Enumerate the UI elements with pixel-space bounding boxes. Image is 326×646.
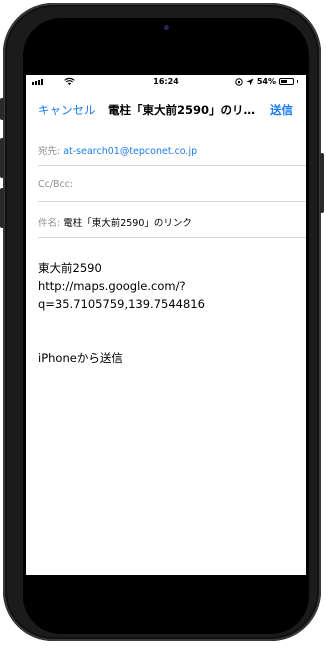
battery-level <box>281 80 287 83</box>
cc-bcc-field[interactable]: Cc/Bcc: <box>38 166 306 202</box>
battery-icon <box>279 78 294 85</box>
compose-title: 電柱「東大前2590」のリ… <box>108 103 256 117</box>
battery-percent: 54% <box>256 77 276 86</box>
to-recipient[interactable]: at-search01@tepconet.co.jp <box>63 146 197 157</box>
volume-down-button <box>0 188 4 228</box>
body-link-line: q=35.7105759,139.7544816 <box>38 297 205 311</box>
cc-bcc-label: Cc/Bcc: <box>38 179 74 190</box>
to-field[interactable]: 宛先: at-search01@tepconet.co.jp <box>38 130 306 166</box>
status-bar: 16:24 54% <box>26 75 306 89</box>
cancel-button[interactable]: キャンセル <box>38 102 96 118</box>
home-indicator[interactable] <box>119 618 214 622</box>
location-arrow-icon <box>246 78 254 85</box>
message-body[interactable]: 東大前2590 http://maps.google.com/? q=35.71… <box>38 259 205 313</box>
body-link-line: http://maps.google.com/? <box>38 279 186 293</box>
send-button[interactable]: 送信 <box>270 102 293 118</box>
subject-field[interactable]: 件名: 電柱「東大前2590」のリンク <box>38 202 306 238</box>
body-line: 東大前2590 <box>38 261 102 275</box>
front-camera <box>164 25 169 30</box>
subject-label: 件名: <box>38 218 61 229</box>
subject-value[interactable]: 電柱「東大前2590」のリンク <box>63 218 192 229</box>
phone-frame: 16:24 54% キャンセル 電柱「東大前2590」のリ… 送信 宛先: at… <box>0 3 324 641</box>
volume-up-button <box>0 138 4 178</box>
power-button <box>320 153 324 213</box>
mail-compose-view: 16:24 54% キャンセル 電柱「東大前2590」のリ… 送信 宛先: at… <box>26 75 306 575</box>
battery-tip <box>297 80 298 83</box>
compose-nav-bar: キャンセル 電柱「東大前2590」のリ… 送信 <box>26 92 306 128</box>
mute-switch <box>0 98 4 120</box>
signature-text: iPhoneから送信 <box>38 351 123 365</box>
orientation-lock-icon <box>235 77 243 86</box>
to-label: 宛先: <box>38 146 61 157</box>
phone-screen: 16:24 54% キャンセル 電柱「東大前2590」のリ… 送信 宛先: at… <box>23 18 309 634</box>
